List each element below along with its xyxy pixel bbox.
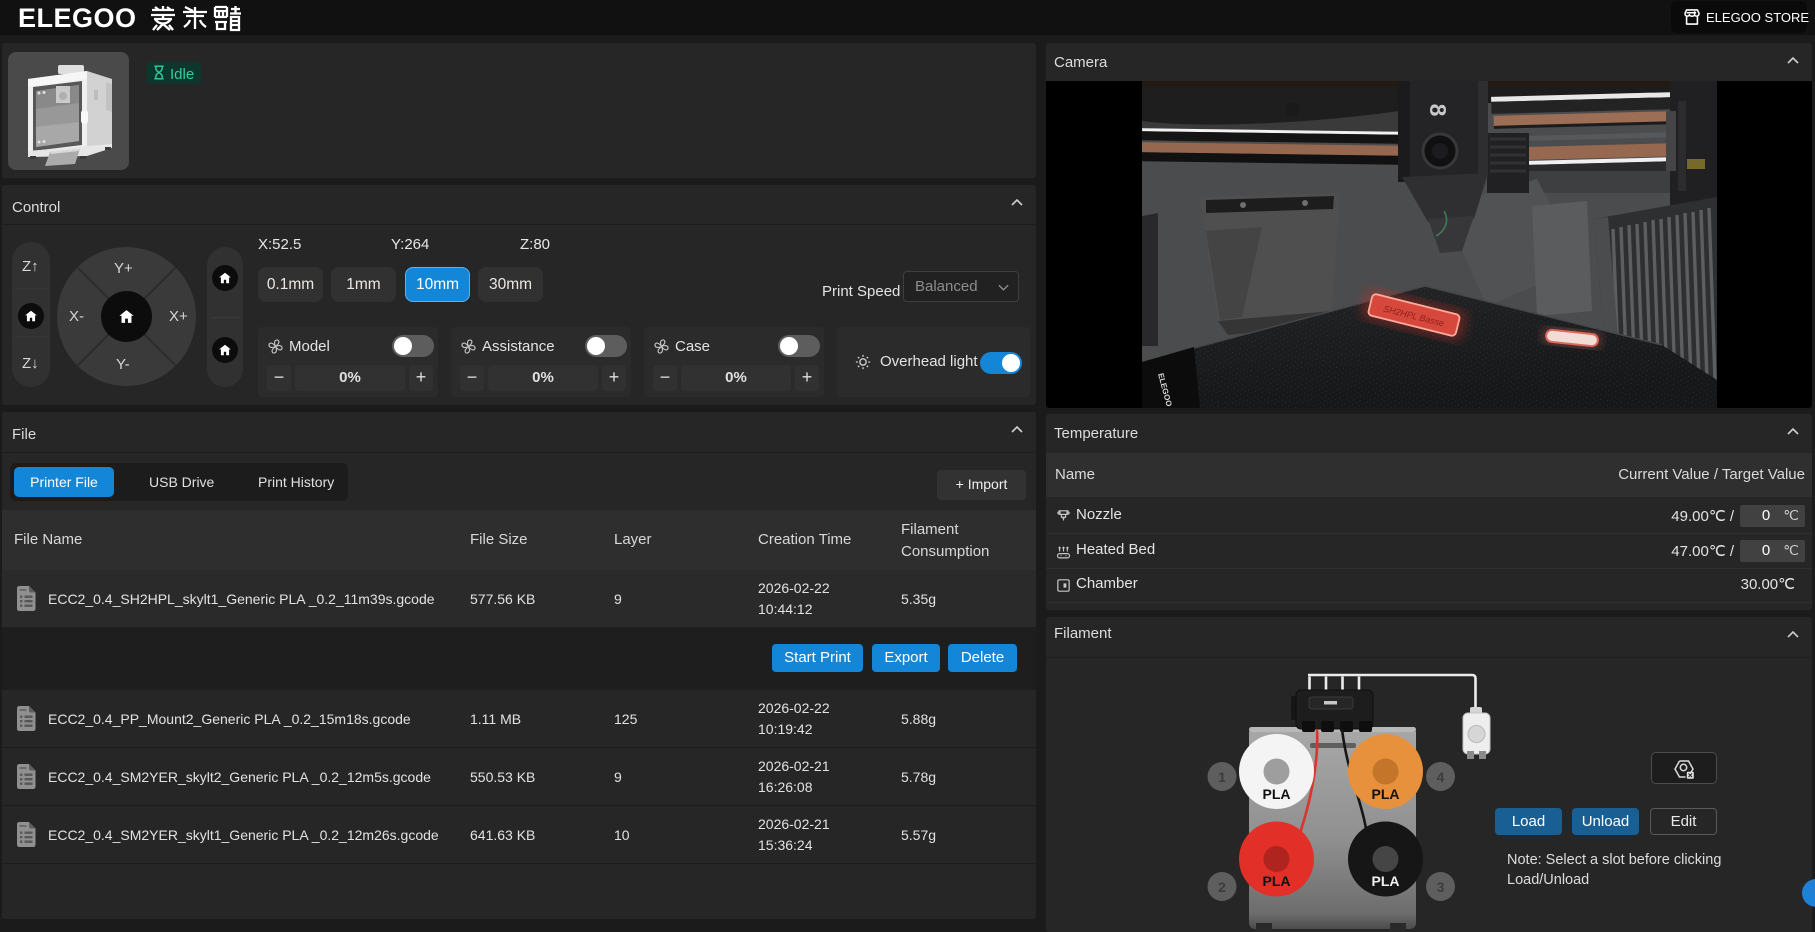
- svg-text:2: 2: [1218, 879, 1226, 895]
- svg-text:3: 3: [1437, 879, 1445, 895]
- svg-text:PLA: PLA: [1372, 873, 1400, 889]
- svg-text:1: 1: [1218, 769, 1226, 785]
- svg-text:8: 8: [1425, 104, 1451, 117]
- svg-text:PLA: PLA: [1263, 873, 1291, 889]
- svg-text:PLA: PLA: [1263, 786, 1291, 802]
- svg-text:PLA: PLA: [1372, 786, 1400, 802]
- svg-text:4: 4: [1437, 769, 1445, 785]
